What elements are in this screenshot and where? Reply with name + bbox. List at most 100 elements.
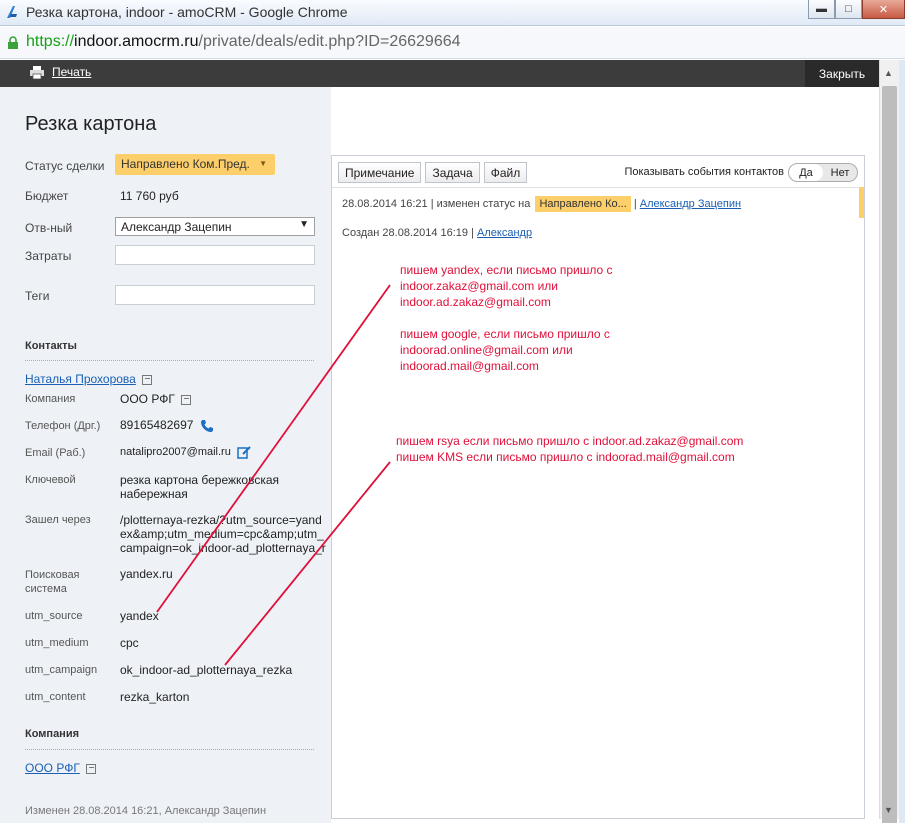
contact-name-link[interactable]: Наталья Прохорова (25, 372, 136, 386)
lock-icon (8, 36, 18, 49)
feed-divider (332, 187, 864, 188)
contacts-divider (25, 360, 314, 361)
url-scheme: https:// (26, 33, 75, 50)
event-separator: | (633, 198, 637, 210)
annotation-line: пишем KMS если письмо пришло с indoorad.… (396, 450, 735, 464)
field-label: Поисковая система (25, 569, 80, 595)
email-value[interactable]: natalipro2007@mail.ru (120, 446, 231, 458)
status-value: Направлено Ком.Пред. (121, 157, 250, 171)
annotation-line: пишем yandex, если письмо пришло с (400, 263, 613, 277)
toggle-no[interactable]: Нет (823, 164, 857, 181)
utm-content-value[interactable]: rezka_karton (120, 690, 189, 704)
maximize-icon: □ (845, 3, 852, 15)
scroll-up-icon[interactable]: ▲ (884, 68, 893, 78)
field-label: Email (Раб.) (25, 447, 86, 459)
open-card-icon[interactable] (85, 763, 96, 774)
window-close-button[interactable]: ✕ (862, 0, 905, 19)
annotation-line: indoorad.mail@gmail.com (400, 359, 539, 373)
url-path: /private/deals/edit.php?ID=26629664 (198, 33, 461, 50)
event-user-link[interactable]: Александр (477, 227, 532, 239)
field-label: utm_medium (25, 637, 89, 649)
status-select[interactable]: Направлено Ком.Пред. ▼ (115, 154, 275, 175)
company-field-value: ООО РФГ (120, 392, 191, 406)
annotation-line: indoorad.online@gmail.com или (400, 343, 573, 357)
compose-email-icon[interactable] (237, 445, 251, 459)
minimize-icon: ▬ (816, 3, 827, 15)
owner-value: Александр Зацепин (121, 220, 232, 234)
event-created: Создан 28.08.2014 16:19 | Александр (342, 227, 532, 239)
owner-select[interactable]: Александр Зацепин ▼ (115, 217, 315, 236)
company-divider (25, 749, 314, 750)
field-label: Телефон (Дрг.) (25, 420, 101, 432)
close-deal-button[interactable]: Закрыть (805, 60, 879, 87)
minimize-button[interactable]: ▬ (808, 0, 835, 19)
event-highlight-marker (859, 187, 864, 218)
field-label: Ключевой (25, 474, 76, 486)
keyword-value[interactable]: резка картона бережковская набережная (120, 473, 305, 501)
annotation-block-1: пишем yandex, если письмо пришло с indoo… (400, 262, 613, 374)
tab-file[interactable]: Файл (483, 162, 528, 183)
address-bar[interactable]: https://indoor.amocrm.ru/private/deals/e… (0, 27, 905, 59)
feed-tabs: Примечание Задача Файл (338, 162, 528, 183)
annotation-line: indoor.zakaz@gmail.com или (400, 279, 558, 293)
tags-input[interactable] (115, 285, 315, 305)
email-field-value: natalipro2007@mail.ru (120, 445, 251, 459)
tags-label: Теги (25, 289, 50, 303)
referrer-value[interactable]: /plotternaya-rezka/?utm_source=yandex&am… (120, 513, 328, 555)
window-title: Резка картона, indoor - amoCRM - Google … (26, 4, 348, 20)
budget-value[interactable]: 11 760 руб (120, 189, 179, 203)
tab-task[interactable]: Задача (425, 162, 480, 183)
costs-label: Затраты (25, 249, 72, 263)
scroll-thumb[interactable] (882, 86, 897, 823)
company-row: ООО РФГ (25, 761, 96, 775)
printer-icon (30, 65, 44, 79)
maximize-button[interactable]: □ (835, 0, 862, 19)
field-label: utm_campaign (25, 664, 98, 676)
event-status-change: 28.08.2014 16:21 | изменен статус на Нап… (342, 196, 741, 212)
open-card-icon[interactable] (141, 374, 152, 385)
contact-row: Наталья Прохорова (25, 372, 152, 386)
field-label: Зашел через (25, 514, 91, 526)
event-text: 28.08.2014 16:21 | изменен статус на (342, 198, 531, 210)
phone-icon[interactable] (200, 419, 214, 433)
field-label: utm_content (25, 691, 86, 703)
tab-note[interactable]: Примечание (338, 162, 422, 183)
event-user-link[interactable]: Александр Зацепин (640, 198, 741, 210)
annotation-line: пишем rsya если письмо пришло с indoor.a… (396, 434, 744, 448)
search-engine-value[interactable]: yandex.ru (120, 567, 173, 581)
open-card-icon[interactable] (180, 394, 191, 405)
utm-medium-value[interactable]: cpc (120, 636, 139, 650)
show-contact-events-label: Показывать события контактов (624, 166, 784, 178)
window-titlebar: Резка картона, indoor - amoCRM - Google … (0, 0, 905, 26)
annotation-line: indoor.ad.zakaz@gmail.com (400, 295, 551, 309)
close-icon: ✕ (878, 3, 889, 16)
url-text[interactable]: https://indoor.amocrm.ru/private/deals/e… (26, 33, 461, 51)
chevron-down-icon: ▼ (259, 159, 267, 168)
scroll-down-icon[interactable]: ▼ (884, 805, 893, 815)
field-label: utm_source (25, 610, 83, 622)
status-label: Статус сделки (25, 159, 105, 173)
costs-input[interactable] (115, 245, 315, 265)
annotation-line (400, 310, 613, 326)
window-controls: ▬ □ ✕ (808, 0, 905, 19)
scrollbar[interactable]: ▲ ▼ (879, 60, 899, 823)
field-label: Компания (25, 393, 76, 405)
print-button[interactable]: Печать (30, 65, 91, 79)
budget-label: Бюджет (25, 189, 69, 203)
field-value[interactable]: ООО РФГ (120, 392, 175, 406)
events-feed: Примечание Задача Файл Показывать событи… (331, 155, 865, 819)
deal-title: Резка картона (25, 113, 157, 135)
contact-events-toggle[interactable]: Да Нет (788, 163, 858, 182)
app-toolbar: Печать Закрыть (0, 60, 879, 87)
company-link[interactable]: ООО РФГ (25, 761, 80, 775)
company-heading: Компания (25, 728, 80, 740)
phone-value[interactable]: 89165482697 (120, 418, 193, 432)
event-text: Создан 28.08.2014 16:19 | (342, 227, 474, 239)
owner-label: Отв-ный (25, 221, 73, 235)
modified-note: Изменен 28.08.2014 16:21, Александр Заце… (25, 805, 267, 817)
toggle-yes[interactable]: Да (789, 164, 823, 181)
utm-campaign-value[interactable]: ok_indoor-ad_plotternaya_rezka (120, 663, 292, 677)
contacts-heading: Контакты (25, 340, 77, 352)
annotation-block-2: пишем rsya если письмо пришло с indoor.a… (396, 433, 743, 465)
utm-source-value[interactable]: yandex (120, 609, 159, 623)
